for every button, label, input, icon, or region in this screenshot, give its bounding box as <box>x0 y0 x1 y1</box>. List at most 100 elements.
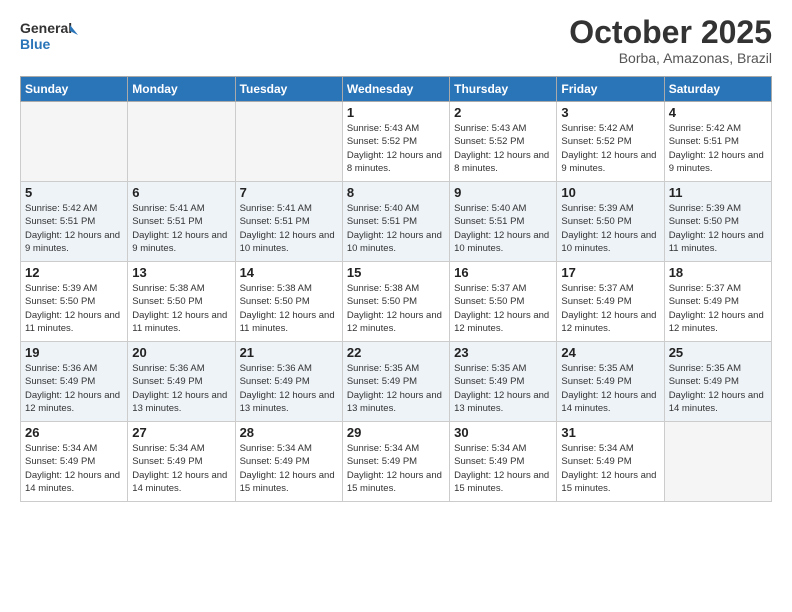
day-number: 16 <box>454 265 552 280</box>
table-row: 30 Sunrise: 5:34 AMSunset: 5:49 PMDayligh… <box>450 422 557 502</box>
location-subtitle: Borba, Amazonas, Brazil <box>569 50 772 66</box>
day-number: 28 <box>240 425 338 440</box>
header-wednesday: Wednesday <box>342 77 449 102</box>
table-row: 20Sunrise: 5:36 AMSunset: 5:49 PMDayligh… <box>128 342 235 422</box>
day-number: 31 <box>561 425 659 440</box>
day-number: 23 <box>454 345 552 360</box>
header-thursday: Thursday <box>450 77 557 102</box>
day-number: 30 <box>454 425 552 440</box>
day-number: 5 <box>25 185 123 200</box>
calendar-week-row: 19 Sunrise: 5:36 AMSunset: 5:49 PMDayligh… <box>21 342 772 422</box>
calendar-table: Sunday Monday Tuesday Wednesday Thursday… <box>20 76 772 502</box>
table-row <box>235 102 342 182</box>
day-info: Sunrise: 5:37 AMSunset: 5:50 PMDaylight:… <box>454 282 552 335</box>
table-row: 17Sunrise: 5:37 AMSunset: 5:49 PMDayligh… <box>557 262 664 342</box>
header-friday: Friday <box>557 77 664 102</box>
table-row: 22 Sunrise: 5:35 AMSunset: 5:49 PMDayligh… <box>342 342 449 422</box>
table-row <box>664 422 771 502</box>
day-info: Sunrise: 5:43 AMSunset: 5:52 PMDaylight:… <box>454 122 552 175</box>
table-row: 28 Sunrise: 5:34 AMSunset: 5:49 PMDayligh… <box>235 422 342 502</box>
table-row: 29 Sunrise: 5:34 AMSunset: 5:49 PMDayligh… <box>342 422 449 502</box>
day-info: Sunrise: 5:40 AMSunset: 5:51 PMDaylight:… <box>347 202 445 255</box>
table-row: 14 Sunrise: 5:38 AMSunset: 5:50 PMDayligh… <box>235 262 342 342</box>
day-info: Sunrise: 5:35 AMSunset: 5:49 PMDaylight:… <box>347 362 445 415</box>
day-info: Sunrise: 5:34 AMSunset: 5:49 PMDaylight:… <box>561 442 659 495</box>
header-tuesday: Tuesday <box>235 77 342 102</box>
header-saturday: Saturday <box>664 77 771 102</box>
day-info: Sunrise: 5:37 AMSunset: 5:49 PMDaylight:… <box>669 282 767 335</box>
day-number: 22 <box>347 345 445 360</box>
day-info: Sunrise: 5:42 AMSunset: 5:51 PMDaylight:… <box>25 202 123 255</box>
day-info: Sunrise: 5:34 AMSunset: 5:49 PMDaylight:… <box>132 442 230 495</box>
table-row: 13 Sunrise: 5:38 AMSunset: 5:50 PMDayligh… <box>128 262 235 342</box>
day-number: 21 <box>240 345 338 360</box>
table-row: 12Sunrise: 5:39 AMSunset: 5:50 PMDayligh… <box>21 262 128 342</box>
day-info: Sunrise: 5:41 AMSunset: 5:51 PMDaylight:… <box>240 202 338 255</box>
table-row <box>21 102 128 182</box>
day-number: 18 <box>669 265 767 280</box>
day-info: Sunrise: 5:35 AMSunset: 5:49 PMDaylight:… <box>454 362 552 415</box>
day-number: 29 <box>347 425 445 440</box>
day-info: Sunrise: 5:34 AMSunset: 5:49 PMDaylight:… <box>25 442 123 495</box>
day-number: 3 <box>561 105 659 120</box>
table-row: 3 Sunrise: 5:42 AMSunset: 5:52 PMDaylight… <box>557 102 664 182</box>
table-row: 16 Sunrise: 5:37 AMSunset: 5:50 PMDayligh… <box>450 262 557 342</box>
day-number: 4 <box>669 105 767 120</box>
day-info: Sunrise: 5:36 AMSunset: 5:49 PMDaylight:… <box>132 362 230 415</box>
day-number: 26 <box>25 425 123 440</box>
table-row: 10 Sunrise: 5:39 AMSunset: 5:50 PMDayligh… <box>557 182 664 262</box>
day-info: Sunrise: 5:34 AMSunset: 5:49 PMDaylight:… <box>454 442 552 495</box>
day-number: 24 <box>561 345 659 360</box>
day-info: Sunrise: 5:38 AMSunset: 5:50 PMDaylight:… <box>240 282 338 335</box>
day-info: Sunrise: 5:39 AMSunset: 5:50 PMDaylight:… <box>25 282 123 335</box>
day-number: 25 <box>669 345 767 360</box>
calendar-header-row: Sunday Monday Tuesday Wednesday Thursday… <box>21 77 772 102</box>
page-header: General Blue October 2025 Borba, Amazona… <box>20 15 772 66</box>
day-info: Sunrise: 5:37 AMSunset: 5:49 PMDaylight:… <box>561 282 659 335</box>
logo: General Blue <box>20 15 80 57</box>
table-row: 4 Sunrise: 5:42 AMSunset: 5:51 PMDaylight… <box>664 102 771 182</box>
table-row: 26 Sunrise: 5:34 AMSunset: 5:49 PMDayligh… <box>21 422 128 502</box>
table-row: 2 Sunrise: 5:43 AMSunset: 5:52 PMDaylight… <box>450 102 557 182</box>
table-row: 1 Sunrise: 5:43 AMSunset: 5:52 PMDaylight… <box>342 102 449 182</box>
svg-text:Blue: Blue <box>20 36 51 52</box>
day-number: 11 <box>669 185 767 200</box>
day-number: 6 <box>132 185 230 200</box>
table-row: 11 Sunrise: 5:39 AMSunset: 5:50 PMDayligh… <box>664 182 771 262</box>
day-number: 13 <box>132 265 230 280</box>
calendar-week-row: 1 Sunrise: 5:43 AMSunset: 5:52 PMDaylight… <box>21 102 772 182</box>
day-info: Sunrise: 5:42 AMSunset: 5:51 PMDaylight:… <box>669 122 767 175</box>
day-info: Sunrise: 5:39 AMSunset: 5:50 PMDaylight:… <box>561 202 659 255</box>
day-number: 27 <box>132 425 230 440</box>
day-number: 10 <box>561 185 659 200</box>
day-number: 15 <box>347 265 445 280</box>
day-number: 1 <box>347 105 445 120</box>
table-row: 25Sunrise: 5:35 AMSunset: 5:49 PMDayligh… <box>664 342 771 422</box>
calendar-week-row: 26 Sunrise: 5:34 AMSunset: 5:49 PMDayligh… <box>21 422 772 502</box>
table-row <box>128 102 235 182</box>
table-row: 8Sunrise: 5:40 AMSunset: 5:51 PMDaylight… <box>342 182 449 262</box>
table-row: 7 Sunrise: 5:41 AMSunset: 5:51 PMDaylight… <box>235 182 342 262</box>
day-info: Sunrise: 5:40 AMSunset: 5:51 PMDaylight:… <box>454 202 552 255</box>
header-monday: Monday <box>128 77 235 102</box>
day-info: Sunrise: 5:34 AMSunset: 5:49 PMDaylight:… <box>347 442 445 495</box>
table-row: 19Sunrise: 5:36 AMSunset: 5:49 PMDayligh… <box>21 342 128 422</box>
day-info: Sunrise: 5:41 AMSunset: 5:51 PMDaylight:… <box>132 202 230 255</box>
day-info: Sunrise: 5:42 AMSunset: 5:52 PMDaylight:… <box>561 122 659 175</box>
calendar-week-row: 5 Sunrise: 5:42 AMSunset: 5:51 PMDaylight… <box>21 182 772 262</box>
day-number: 14 <box>240 265 338 280</box>
title-block: October 2025 Borba, Amazonas, Brazil <box>569 15 772 66</box>
table-row: 23 Sunrise: 5:35 AMSunset: 5:49 PMDayligh… <box>450 342 557 422</box>
table-row: 18 Sunrise: 5:37 AMSunset: 5:49 PMDayligh… <box>664 262 771 342</box>
calendar-week-row: 12Sunrise: 5:39 AMSunset: 5:50 PMDayligh… <box>21 262 772 342</box>
table-row: 6 Sunrise: 5:41 AMSunset: 5:51 PMDaylight… <box>128 182 235 262</box>
day-info: Sunrise: 5:39 AMSunset: 5:50 PMDaylight:… <box>669 202 767 255</box>
day-number: 2 <box>454 105 552 120</box>
day-info: Sunrise: 5:38 AMSunset: 5:50 PMDaylight:… <box>132 282 230 335</box>
day-number: 7 <box>240 185 338 200</box>
day-info: Sunrise: 5:38 AMSunset: 5:50 PMDaylight:… <box>347 282 445 335</box>
day-info: Sunrise: 5:35 AMSunset: 5:49 PMDaylight:… <box>561 362 659 415</box>
day-info: Sunrise: 5:43 AMSunset: 5:52 PMDaylight:… <box>347 122 445 175</box>
day-number: 19 <box>25 345 123 360</box>
day-info: Sunrise: 5:34 AMSunset: 5:49 PMDaylight:… <box>240 442 338 495</box>
